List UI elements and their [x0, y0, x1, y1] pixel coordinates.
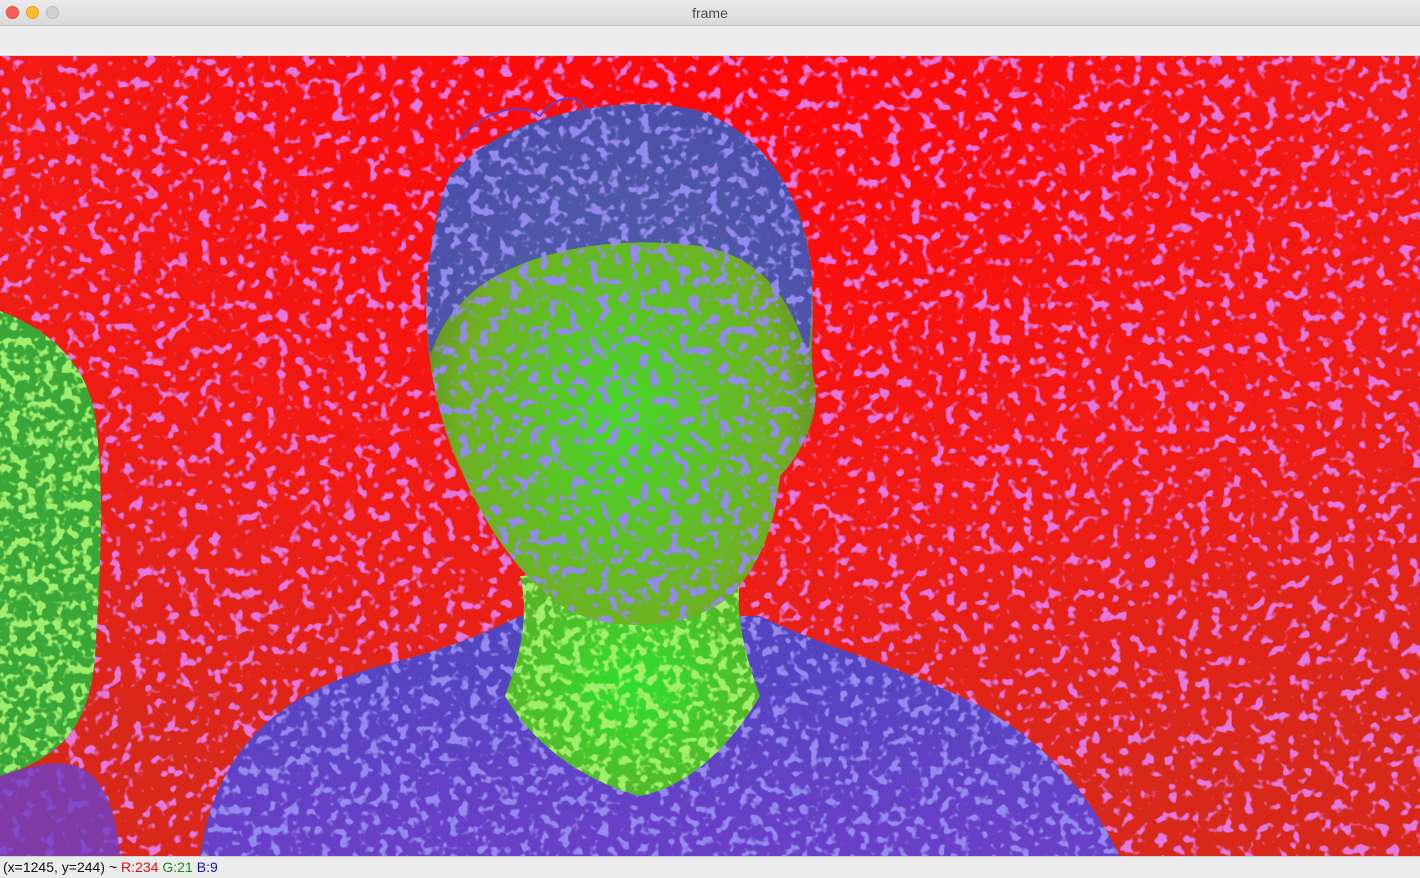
pixel-red-value: R:234 — [121, 859, 159, 875]
processed-frame-image — [0, 56, 1420, 856]
cursor-coordinates: (x=1245, y=244) ~ — [3, 859, 118, 875]
status-bar: (x=1245, y=244) ~ R:234 G:21 B:9 — [0, 856, 1420, 878]
title-bar[interactable]: frame — [0, 0, 1420, 26]
toolbar-area — [0, 26, 1420, 56]
pixel-green-value: G:21 — [162, 859, 193, 875]
image-display[interactable] — [0, 56, 1420, 856]
window-title: frame — [692, 5, 728, 21]
pixel-blue-value: B:9 — [196, 859, 218, 875]
opencv-window: frame (x=1245, y=244) ~ R:234 G:21 B:9 — [0, 0, 1420, 878]
